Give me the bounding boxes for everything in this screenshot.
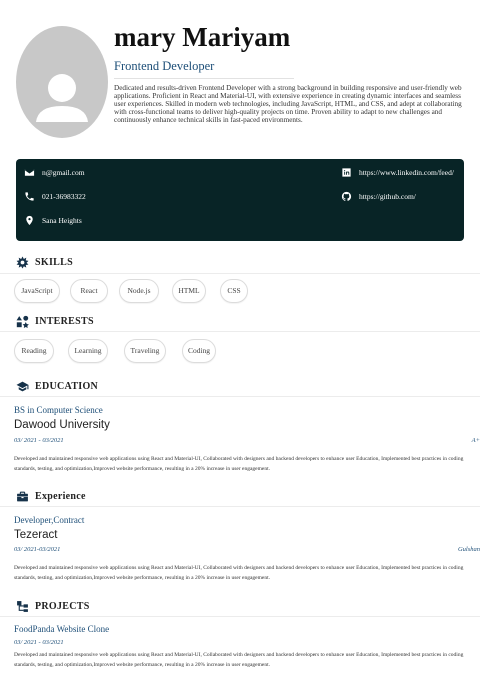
projects-title: PROJECTS bbox=[35, 601, 90, 612]
experience-description: Developed and maintained responsive web … bbox=[14, 565, 464, 581]
briefcase-icon bbox=[17, 491, 28, 502]
skills-divider bbox=[0, 273, 480, 274]
skill-chip: Node.js bbox=[119, 279, 159, 303]
skill-chip: HTML bbox=[172, 279, 206, 303]
experience-company: Tezeract bbox=[14, 529, 58, 541]
resume-role: Frontend Developer bbox=[114, 59, 215, 73]
experience-heading: Experience bbox=[16, 490, 86, 503]
contact-phone[interactable]: 021-36983322 bbox=[24, 191, 86, 202]
interest-chip: Reading bbox=[14, 339, 54, 363]
location-pin-icon bbox=[26, 215, 33, 226]
education-description: Developed and maintained responsive web … bbox=[14, 456, 464, 472]
resume-name: mary Mariyam bbox=[114, 22, 291, 52]
profile-summary: Dedicated and results-driven Frontend De… bbox=[114, 84, 462, 124]
contact-panel: n@gmail.com 021-36983322 Sana Heights ht… bbox=[16, 159, 464, 241]
skill-chip: React bbox=[70, 279, 108, 303]
education-degree: BS in Computer Science bbox=[14, 405, 103, 415]
education-heading: EDUCATION bbox=[16, 380, 98, 393]
github-link: https://github.com/ bbox=[359, 192, 416, 201]
phone-text: 021-36983322 bbox=[42, 192, 86, 201]
education-cap-icon bbox=[16, 381, 29, 392]
education-divider bbox=[0, 396, 480, 397]
experience-location: Gulshan bbox=[457, 546, 480, 553]
project-dates: 03/ 2021 - 03/2021 bbox=[14, 639, 64, 646]
linkedin-link: https://www.linkedin.com/feed/ bbox=[359, 168, 454, 177]
phone-icon bbox=[25, 192, 34, 201]
avatar-person-icon bbox=[36, 74, 88, 122]
skill-chip: CSS bbox=[220, 279, 248, 303]
interests-title: INTERESTS bbox=[35, 316, 94, 327]
role-divider bbox=[114, 78, 294, 79]
interests-heading: INTERESTS bbox=[16, 315, 94, 328]
skills-icon bbox=[16, 256, 29, 269]
contact-linkedin[interactable]: https://www.linkedin.com/feed/ bbox=[341, 167, 454, 178]
contact-location: Sana Heights bbox=[24, 215, 82, 226]
project-name: FoodPanda Website Clone bbox=[14, 624, 110, 634]
education-school: Dawood University bbox=[14, 419, 110, 431]
experience-divider bbox=[0, 506, 480, 507]
interests-icon bbox=[16, 315, 29, 328]
project-description: Developed and maintained responsive web … bbox=[14, 652, 464, 668]
experience-dates: 03/ 2021-03/2021 bbox=[14, 546, 61, 553]
skill-chip: JavaScript bbox=[14, 279, 60, 303]
projects-divider bbox=[0, 616, 480, 617]
linkedin-icon bbox=[342, 168, 351, 177]
interest-chip: Coding bbox=[182, 339, 216, 363]
contact-email[interactable]: n@gmail.com bbox=[24, 167, 85, 178]
interest-chip: Learning bbox=[68, 339, 108, 363]
email-text: n@gmail.com bbox=[42, 168, 85, 177]
email-icon bbox=[24, 169, 35, 176]
projects-heading: PROJECTS bbox=[16, 600, 90, 613]
education-title: EDUCATION bbox=[35, 381, 99, 392]
location-text: Sana Heights bbox=[42, 216, 82, 225]
skills-heading: SKILLS bbox=[16, 256, 73, 269]
skills-title: SKILLS bbox=[35, 257, 73, 268]
skills-list: JavaScript React Node.js HTML CSS bbox=[0, 279, 480, 303]
contact-github[interactable]: https://github.com/ bbox=[341, 191, 416, 202]
experience-title: Experience bbox=[35, 491, 86, 502]
interests-list: Reading Learning Traveling Coding bbox=[0, 339, 480, 363]
experience-position: Developer,Contract bbox=[14, 515, 85, 525]
avatar bbox=[16, 26, 108, 138]
interest-chip: Traveling bbox=[124, 339, 166, 363]
interests-divider bbox=[0, 331, 480, 332]
projects-icon bbox=[17, 601, 28, 612]
education-dates: 03/ 2021 - 03/2021 bbox=[14, 437, 64, 444]
github-icon bbox=[341, 191, 352, 201]
education-grade: A+ bbox=[471, 437, 480, 444]
